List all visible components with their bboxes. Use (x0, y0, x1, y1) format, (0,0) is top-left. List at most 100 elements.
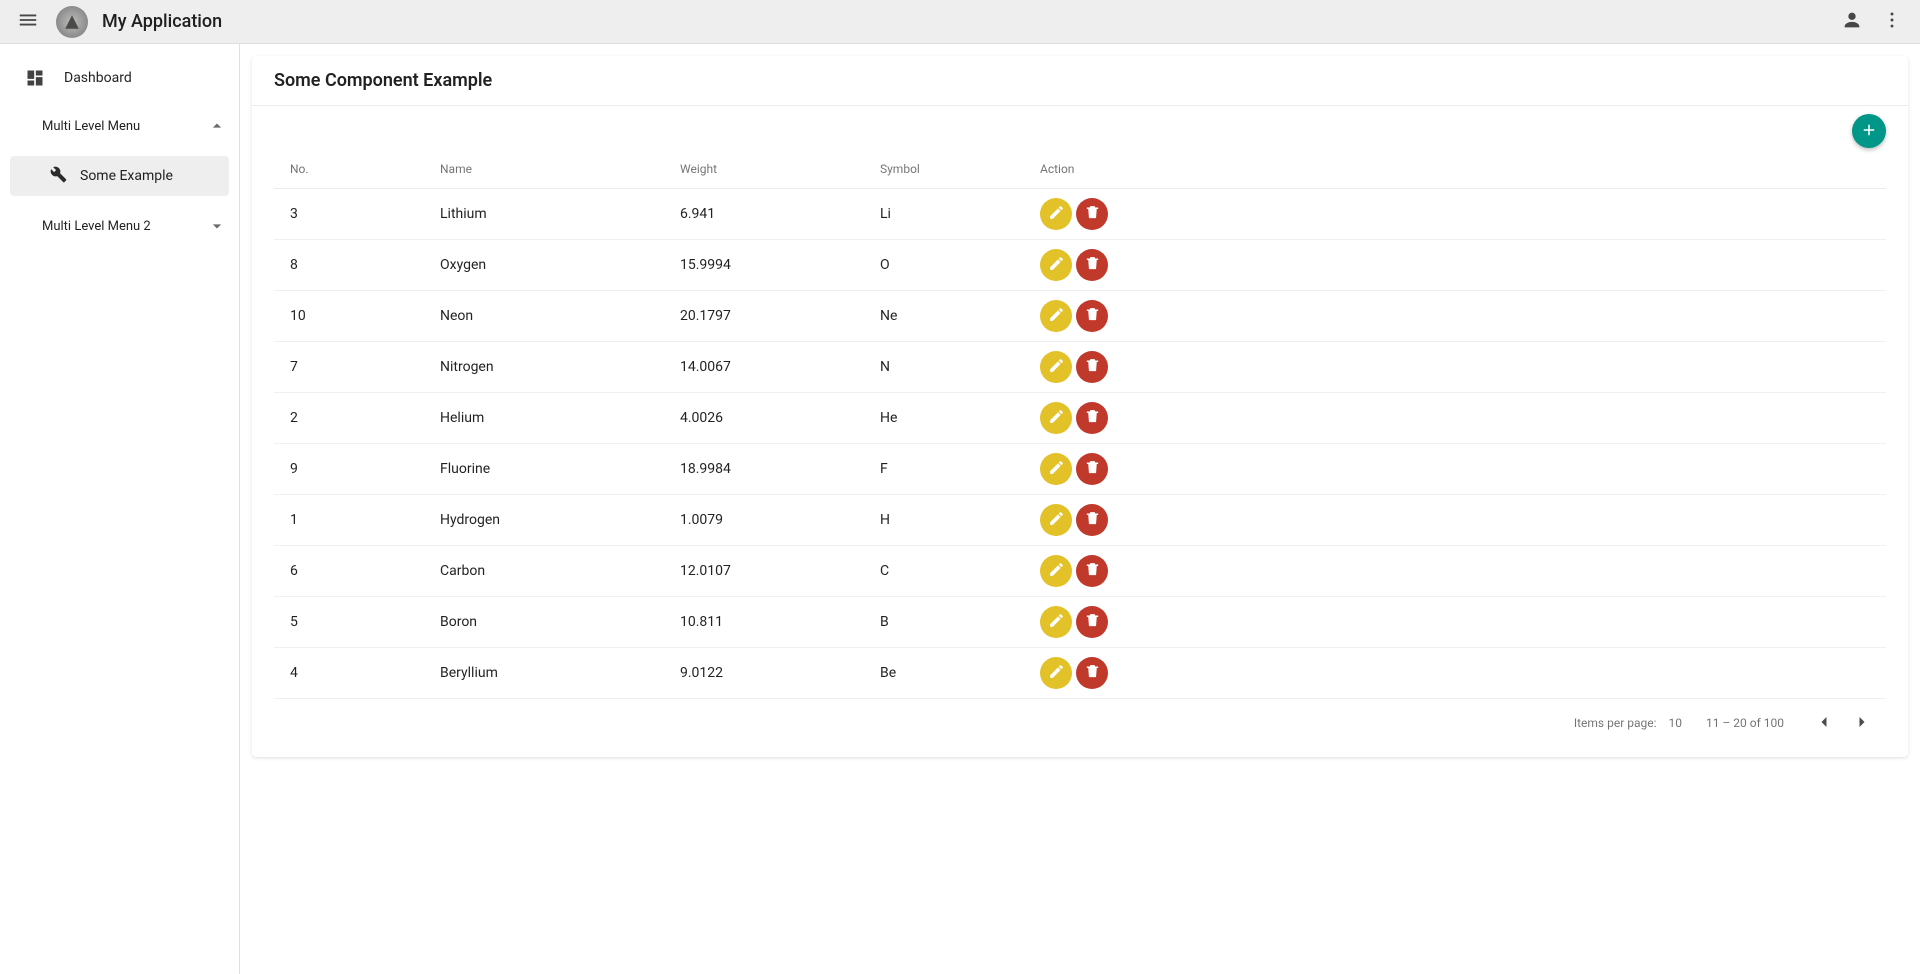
table-row: 7Nitrogen14.0067N (274, 342, 1886, 393)
column-header-weight[interactable]: Weight (664, 150, 864, 189)
paginator-range: 11 – 20 of 100 (1706, 716, 1784, 730)
table-row: 3Lithium6.941Li (274, 189, 1886, 240)
sidebar-item-some-example[interactable]: Some Example (10, 156, 229, 196)
cell-no: 3 (274, 189, 424, 240)
table-row: 4Beryllium9.0122Be (274, 648, 1886, 699)
trash-icon (1084, 510, 1101, 530)
edit-button[interactable] (1040, 351, 1072, 383)
edit-button[interactable] (1040, 300, 1072, 332)
cell-weight: 6.941 (664, 189, 864, 240)
cell-name: Oxygen (424, 240, 664, 291)
edit-button[interactable] (1040, 657, 1072, 689)
cell-action (1024, 393, 1886, 444)
app-title: My Application (102, 11, 222, 32)
trash-icon (1084, 204, 1101, 224)
delete-button[interactable] (1076, 402, 1108, 434)
delete-button[interactable] (1076, 351, 1108, 383)
cell-name: Neon (424, 291, 664, 342)
cell-name: Helium (424, 393, 664, 444)
cell-no: 6 (274, 546, 424, 597)
menu-toggle-button[interactable] (8, 2, 48, 42)
paginator-next-button[interactable] (1846, 707, 1878, 739)
column-header-no[interactable]: No. (274, 150, 424, 189)
items-per-page-value[interactable]: 10 (1668, 716, 1682, 730)
items-per-page-label: Items per page: (1574, 716, 1657, 730)
delete-button[interactable] (1076, 504, 1108, 536)
delete-button[interactable] (1076, 300, 1108, 332)
delete-button[interactable] (1076, 198, 1108, 230)
cell-no: 4 (274, 648, 424, 699)
cell-no: 5 (274, 597, 424, 648)
sidebar-item-multi-level-menu-2[interactable]: Multi Level Menu 2 (0, 202, 239, 250)
edit-button[interactable] (1040, 249, 1072, 281)
trash-icon (1084, 612, 1101, 632)
cell-weight: 20.1797 (664, 291, 864, 342)
more-button[interactable] (1872, 2, 1912, 42)
pencil-icon (1048, 408, 1065, 428)
cell-no: 10 (274, 291, 424, 342)
data-table: No. Name Weight Symbol Action 3Lithium6.… (274, 150, 1886, 699)
sidebar-item-dashboard[interactable]: Dashboard (0, 54, 239, 102)
pencil-icon (1048, 204, 1065, 224)
trash-icon (1084, 561, 1101, 581)
table-row: 5Boron10.811B (274, 597, 1886, 648)
edit-button[interactable] (1040, 606, 1072, 638)
wrench-icon (48, 164, 68, 188)
pencil-icon (1048, 255, 1065, 275)
example-card: Some Component Example No. Name Weig (252, 56, 1908, 757)
column-header-name[interactable]: Name (424, 150, 664, 189)
add-button[interactable] (1852, 114, 1886, 148)
cell-symbol: N (864, 342, 1024, 393)
delete-button[interactable] (1076, 657, 1108, 689)
chevron-down-icon (207, 216, 227, 236)
cell-action (1024, 495, 1886, 546)
edit-button[interactable] (1040, 555, 1072, 587)
cell-symbol: C (864, 546, 1024, 597)
pencil-icon (1048, 612, 1065, 632)
cell-weight: 4.0026 (664, 393, 864, 444)
table-row: 8Oxygen15.9994O (274, 240, 1886, 291)
account-button[interactable] (1832, 2, 1872, 42)
cell-name: Lithium (424, 189, 664, 240)
cell-name: Hydrogen (424, 495, 664, 546)
edit-button[interactable] (1040, 453, 1072, 485)
cell-name: Carbon (424, 546, 664, 597)
cell-weight: 18.9984 (664, 444, 864, 495)
cell-weight: 10.811 (664, 597, 864, 648)
menu-icon (17, 9, 39, 34)
trash-icon (1084, 255, 1101, 275)
app-logo (56, 6, 88, 38)
cell-action (1024, 597, 1886, 648)
column-header-symbol[interactable]: Symbol (864, 150, 1024, 189)
cell-symbol: Li (864, 189, 1024, 240)
trash-icon (1084, 408, 1101, 428)
cell-action (1024, 546, 1886, 597)
column-header-action: Action (1024, 150, 1886, 189)
edit-button[interactable] (1040, 402, 1072, 434)
chevron-left-icon (1814, 712, 1834, 735)
app-header: My Application (0, 0, 1920, 44)
cell-action (1024, 291, 1886, 342)
edit-button[interactable] (1040, 504, 1072, 536)
pencil-icon (1048, 663, 1065, 683)
person-icon (1841, 9, 1863, 34)
delete-button[interactable] (1076, 555, 1108, 587)
table-row: 1Hydrogen1.0079H (274, 495, 1886, 546)
trash-icon (1084, 357, 1101, 377)
sidebar-item-multi-level-menu[interactable]: Multi Level Menu (0, 102, 239, 150)
plus-icon (1860, 121, 1878, 142)
paginator-prev-button[interactable] (1808, 707, 1840, 739)
sidebar-item-label: Multi Level Menu (42, 119, 140, 134)
delete-button[interactable] (1076, 249, 1108, 281)
edit-button[interactable] (1040, 198, 1072, 230)
sidebar-item-label: Multi Level Menu 2 (42, 219, 151, 234)
paginator: Items per page: 10 11 – 20 of 100 (274, 699, 1886, 743)
delete-button[interactable] (1076, 606, 1108, 638)
table-row: 10Neon20.1797Ne (274, 291, 1886, 342)
cell-no: 7 (274, 342, 424, 393)
more-vert-icon (1881, 9, 1903, 34)
delete-button[interactable] (1076, 453, 1108, 485)
pencil-icon (1048, 306, 1065, 326)
sidebar-item-label: Dashboard (64, 70, 132, 86)
sidebar: Dashboard Multi Level Menu Some Example (0, 44, 240, 974)
